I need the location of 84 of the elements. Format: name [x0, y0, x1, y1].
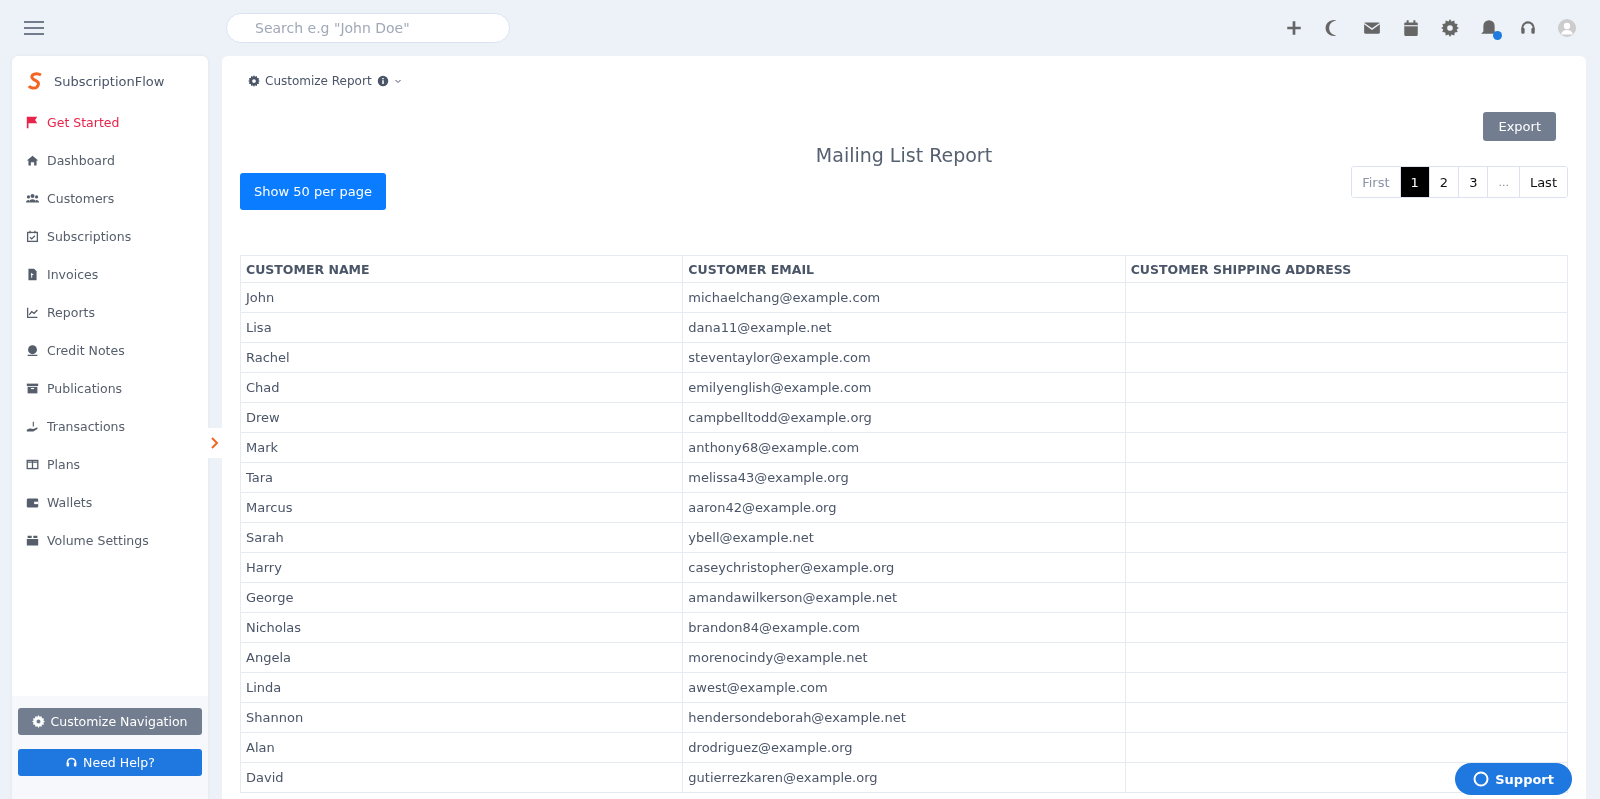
table-cell: hendersondeborah@example.net [682, 702, 1126, 733]
chart-icon [26, 305, 39, 319]
users-icon [26, 191, 39, 205]
headset-icon [65, 756, 79, 769]
home-icon [26, 153, 39, 167]
per-page-button[interactable]: Show 50 per page [240, 173, 387, 210]
table-cell: Lisa [240, 312, 683, 343]
hand-icon [26, 419, 39, 433]
table-cell: awest@example.com [682, 672, 1126, 703]
table-cell: Shannon [240, 702, 683, 733]
table-cell: morenocindy@example.net [682, 642, 1126, 673]
table-cell: Angela [240, 642, 683, 673]
nav-item[interactable]: Customers [12, 179, 208, 217]
nav-item[interactable]: Invoices [12, 255, 208, 293]
nav-item[interactable]: Subscriptions [12, 217, 208, 255]
nav-item[interactable]: Wallets [12, 483, 208, 521]
table-cell: aaron42@example.org [682, 492, 1126, 523]
table-cell: Linda [240, 672, 683, 703]
box-icon [26, 533, 39, 547]
table-cell: Nicholas [240, 612, 683, 643]
file-icon [26, 267, 39, 281]
export-button[interactable]: Export [1483, 112, 1556, 141]
mail-icon[interactable] [1363, 19, 1381, 37]
nav-item[interactable]: Dashboard [12, 141, 208, 179]
search-field[interactable]: Search e.g "John Doe" [226, 13, 510, 43]
gear-icon [32, 715, 46, 728]
nav-item[interactable]: Plans [12, 445, 208, 483]
calendar-icon [26, 229, 39, 243]
customize-report-button[interactable]: Customize Report [240, 70, 410, 92]
table-cell: drodriguez@example.org [682, 732, 1126, 763]
info-icon [376, 75, 389, 87]
table-cell: Tara [240, 462, 683, 493]
support-button[interactable]: Support [1455, 763, 1572, 795]
table-cell: Sarah [240, 522, 683, 553]
calendar-icon[interactable] [1402, 19, 1420, 37]
table-cell: melissa43@example.org [682, 462, 1126, 493]
plus-icon[interactable] [1285, 19, 1303, 37]
table-cell: Chad [240, 372, 683, 403]
table-cell: John [240, 282, 683, 313]
table-cell: gutierrezkaren@example.org [682, 762, 1126, 793]
table-cell: amandawilkerson@example.net [682, 582, 1126, 613]
table-cell: emilyenglish@example.com [682, 372, 1126, 403]
need-help-button[interactable]: Need Help? [18, 749, 202, 776]
nav-item[interactable]: Get Started [12, 103, 208, 141]
table-cell: Drew [240, 402, 683, 433]
table-cell: Rachel [240, 342, 683, 373]
table-cell: Marcus [240, 492, 683, 523]
table-cell: ybell@example.net [682, 522, 1126, 553]
table-cell: brandon84@example.com [682, 612, 1126, 643]
table-cell: caseychristopher@example.org [682, 552, 1126, 583]
column-header: CUSTOMER EMAIL [682, 255, 1126, 283]
column-header: CUSTOMER SHIPPING ADDRESS [1125, 255, 1568, 283]
table-cell: michaelchang@example.com [682, 282, 1126, 313]
coin-icon [26, 343, 39, 357]
columns-icon [26, 457, 39, 471]
nav-item[interactable]: Transactions [12, 407, 208, 445]
table-cell: Mark [240, 432, 683, 463]
brand-name: SubscriptionFlow [54, 73, 165, 89]
table-cell: David [240, 762, 683, 793]
pagination-link[interactable]: Last [1518, 167, 1567, 197]
table-cell: anthony68@example.com [682, 432, 1126, 463]
wallet-icon [26, 495, 39, 509]
table-cell: Alan [240, 732, 683, 763]
nav-item[interactable]: Reports [12, 293, 208, 331]
flag-icon [26, 115, 39, 129]
bell-icon[interactable] [1480, 19, 1498, 37]
table-cell: dana11@example.net [682, 312, 1126, 343]
nav-item[interactable]: Credit Notes [12, 331, 208, 369]
table-cell: steventaylor@example.com [682, 342, 1126, 373]
headset-icon[interactable] [1519, 19, 1537, 37]
menu-icon[interactable] [24, 21, 44, 35]
nav-item[interactable]: Volume Settings [12, 521, 208, 559]
customize-navigation-button[interactable]: Customize Navigation [18, 708, 202, 735]
table-cell: George [240, 582, 683, 613]
chevron-right-icon [211, 437, 219, 449]
table-cell: Harry [240, 552, 683, 583]
report-title: Mailing List Report [815, 143, 993, 166]
pagination-link[interactable]: 1 [1399, 167, 1429, 197]
archive-icon [26, 381, 39, 395]
gear-icon [248, 75, 260, 87]
table-cell: campbelltodd@example.org [682, 402, 1126, 433]
nav-item[interactable]: Publications [12, 369, 208, 407]
column-header: CUSTOMER NAME [240, 255, 683, 283]
settings-icon[interactable] [1441, 19, 1459, 37]
